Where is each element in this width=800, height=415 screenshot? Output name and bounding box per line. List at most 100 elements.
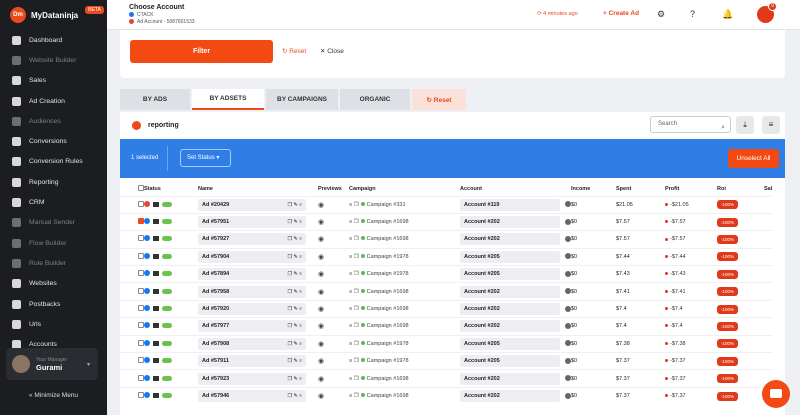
col-name[interactable]: Name bbox=[198, 182, 318, 196]
copy-edit-icons[interactable]: ❐ ✎ ≡ bbox=[288, 199, 302, 211]
sidebar-item-crm[interactable]: CRM bbox=[0, 192, 107, 212]
sidebar-item-postbacks[interactable]: Postbacks bbox=[0, 294, 107, 314]
sidebar-item-dashboard[interactable]: Dashboard bbox=[0, 30, 107, 50]
ad-name[interactable]: Ad #57920 ❐ ✎ ≡ bbox=[198, 303, 306, 316]
ad-name[interactable]: Ad #57951 ❐ ✎ ≡ bbox=[198, 216, 306, 229]
status-toggle[interactable] bbox=[162, 201, 172, 207]
eye-icon[interactable]: ◉ bbox=[318, 358, 324, 365]
eye-icon[interactable]: ◉ bbox=[318, 254, 324, 261]
tab-by-ads[interactable]: BY ADS bbox=[120, 89, 190, 110]
table-row[interactable]: Ad #57946 ❐ ✎ ≡ ◉ ≡ ❐ Campaign #1698 Account … bbox=[120, 386, 773, 405]
filter-button[interactable]: Filter bbox=[130, 40, 273, 63]
eye-icon[interactable]: ◉ bbox=[318, 202, 324, 209]
create-ad-button[interactable]: + Create Ad bbox=[603, 10, 639, 17]
table-row[interactable]: Ad #57958 ❐ ✎ ≡ ◉ ≡ ❐ Campaign #1698 Account … bbox=[120, 282, 773, 301]
eye-icon[interactable]: ◉ bbox=[318, 236, 324, 243]
campaign-tools-icon[interactable]: ≡ ❐ bbox=[349, 254, 359, 260]
copy-edit-icons[interactable]: ❐ ✎ ≡ bbox=[288, 303, 302, 315]
ad-name[interactable]: Ad #57958 ❐ ✎ ≡ bbox=[198, 285, 306, 298]
ad-name[interactable]: Ad #57946 ❐ ✎ ≡ bbox=[198, 390, 306, 403]
status-toggle[interactable] bbox=[162, 358, 172, 364]
copy-edit-icons[interactable]: ❐ ✎ ≡ bbox=[288, 268, 302, 280]
ad-name[interactable]: Ad #57894 ❐ ✎ ≡ bbox=[198, 268, 306, 281]
eye-icon[interactable]: ◉ bbox=[318, 323, 324, 330]
ad-name[interactable]: Ad #57927 ❐ ✎ ≡ bbox=[198, 233, 306, 246]
eye-icon[interactable]: ◉ bbox=[318, 289, 324, 296]
copy-edit-icons[interactable]: ❐ ✎ ≡ bbox=[288, 373, 302, 385]
tab-by-campaigns[interactable]: BY CAMPAIGNS bbox=[266, 89, 338, 110]
eye-icon[interactable]: ◉ bbox=[318, 219, 324, 226]
campaign-tools-icon[interactable]: ≡ ❐ bbox=[349, 376, 359, 382]
sidebar-item-sales[interactable]: Sales bbox=[0, 71, 107, 91]
campaign-tools-icon[interactable]: ≡ ❐ bbox=[349, 202, 359, 208]
status-toggle[interactable] bbox=[162, 340, 172, 346]
last-updated[interactable]: ⟳ 4 minutes ago bbox=[537, 11, 578, 17]
tab-by-adsets[interactable]: BY ADSETS bbox=[192, 89, 264, 110]
search-input[interactable]: Search ⌕ bbox=[650, 116, 731, 133]
campaign-tools-icon[interactable]: ≡ ❐ bbox=[349, 219, 359, 225]
campaign-tools-icon[interactable]: ≡ ❐ bbox=[349, 358, 359, 364]
table-row[interactable]: Ad #57894 ❐ ✎ ≡ ◉ ≡ ❐ Campaign #1978 Account … bbox=[120, 265, 773, 283]
campaign-tools-icon[interactable]: ≡ ❐ bbox=[349, 236, 359, 242]
eye-icon[interactable]: ◉ bbox=[318, 393, 324, 400]
search-icon[interactable]: ⌕ bbox=[721, 120, 725, 135]
table-row[interactable]: Ad #20429 ❐ ✎ ≡ ◉ ≡ ❐ Campaign #331 Account #… bbox=[120, 195, 773, 214]
status-toggle[interactable] bbox=[162, 219, 172, 225]
set-status-dropdown[interactable]: Set Status ▾ bbox=[180, 149, 231, 167]
user-card[interactable]: Your Manager Gurami ▾ bbox=[6, 348, 98, 380]
table-row[interactable]: Ad #57977 ❐ ✎ ≡ ◉ ≡ ❐ Campaign #1698 Account … bbox=[120, 317, 773, 336]
ad-name[interactable]: Ad #57911 ❐ ✎ ≡ bbox=[198, 355, 306, 368]
ad-name[interactable]: Ad #57923 ❐ ✎ ≡ bbox=[198, 372, 306, 385]
status-toggle[interactable] bbox=[162, 375, 172, 381]
col-roi[interactable]: Roi bbox=[717, 182, 764, 196]
table-row[interactable]: Ad #57904 ❐ ✎ ≡ ◉ ≡ ❐ Campaign #1978 Account … bbox=[120, 247, 773, 266]
minimize-menu-button[interactable]: « Minimize Menu bbox=[0, 392, 107, 399]
col-account[interactable]: Account bbox=[460, 182, 571, 196]
col-income[interactable]: Income bbox=[571, 182, 616, 196]
copy-edit-icons[interactable]: ❐ ✎ ≡ bbox=[288, 390, 302, 402]
table-row[interactable]: Ad #57920 ❐ ✎ ≡ ◉ ≡ ❐ Campaign #1698 Account … bbox=[120, 299, 773, 318]
sidebar-item-conversion-rules[interactable]: Conversion Rules bbox=[0, 152, 107, 172]
reset-filter-button[interactable]: ↻ Reset bbox=[282, 47, 306, 55]
status-toggle[interactable] bbox=[162, 393, 172, 399]
table-row[interactable]: Ad #57911 ❐ ✎ ≡ ◉ ≡ ❐ Campaign #1978 Account … bbox=[120, 352, 773, 370]
copy-edit-icons[interactable]: ❐ ✎ ≡ bbox=[288, 251, 302, 263]
bell-icon[interactable]: 🔔 bbox=[722, 9, 733, 20]
eye-icon[interactable]: ◉ bbox=[318, 271, 324, 278]
sidebar-item-rule-builder[interactable]: Rule Builder bbox=[0, 253, 107, 273]
table-row[interactable]: Ad #57908 ❐ ✎ ≡ ◉ ≡ ❐ Campaign #1978 Account … bbox=[120, 334, 773, 353]
copy-edit-icons[interactable]: ❐ ✎ ≡ bbox=[288, 338, 302, 350]
sidebar-item-ad-creation[interactable]: Ad Creation bbox=[0, 91, 107, 111]
status-toggle[interactable] bbox=[162, 253, 172, 259]
campaign-tools-icon[interactable]: ≡ ❐ bbox=[349, 323, 359, 329]
col-spent[interactable]: Spent bbox=[616, 182, 665, 196]
campaign-tools-icon[interactable]: ≡ ❐ bbox=[349, 271, 359, 277]
status-toggle[interactable] bbox=[162, 288, 172, 294]
sidebar-item-urls[interactable]: Urls bbox=[0, 314, 107, 334]
eye-icon[interactable]: ◉ bbox=[318, 341, 324, 348]
close-filter-button[interactable]: ✕ Close bbox=[320, 47, 344, 55]
unselect-all-button[interactable]: Unselect All bbox=[728, 149, 779, 168]
campaign-tools-icon[interactable]: ≡ ❐ bbox=[349, 289, 359, 295]
status-toggle[interactable] bbox=[162, 236, 172, 242]
table-row[interactable]: Ad #57951 ❐ ✎ ≡ ◉ ≡ ❐ Campaign #1698 Account … bbox=[120, 212, 773, 231]
table-row[interactable]: Ad #57923 ❐ ✎ ≡ ◉ ≡ ❐ Campaign #1698 Account … bbox=[120, 369, 773, 388]
copy-edit-icons[interactable]: ❐ ✎ ≡ bbox=[288, 233, 302, 245]
status-toggle[interactable] bbox=[162, 306, 172, 312]
sidebar-item-flow-builder[interactable]: Flow Builder bbox=[0, 233, 107, 253]
help-icon[interactable]: ? bbox=[690, 9, 695, 19]
sidebar-item-conversions[interactable]: Conversions bbox=[0, 131, 107, 151]
sidebar-item-audiences[interactable]: Audiences bbox=[0, 111, 107, 131]
eye-icon[interactable]: ◉ bbox=[318, 376, 324, 383]
col-previews[interactable]: Previews bbox=[318, 182, 349, 196]
campaign-tools-icon[interactable]: ≡ ❐ bbox=[349, 306, 359, 312]
ad-name[interactable]: Ad #57908 ❐ ✎ ≡ bbox=[198, 337, 306, 350]
copy-edit-icons[interactable]: ❐ ✎ ≡ bbox=[288, 286, 302, 298]
chat-button[interactable] bbox=[762, 380, 790, 408]
sidebar-item-reporting[interactable]: Reporting bbox=[0, 172, 107, 192]
col-profit[interactable]: Profit bbox=[665, 182, 717, 196]
sidebar-item-website-builder[interactable]: Website Builder bbox=[0, 50, 107, 70]
copy-edit-icons[interactable]: ❐ ✎ ≡ bbox=[288, 355, 302, 367]
ad-name[interactable]: Ad #57977 ❐ ✎ ≡ bbox=[198, 320, 306, 333]
gear-icon[interactable]: ⚙ bbox=[657, 9, 665, 20]
